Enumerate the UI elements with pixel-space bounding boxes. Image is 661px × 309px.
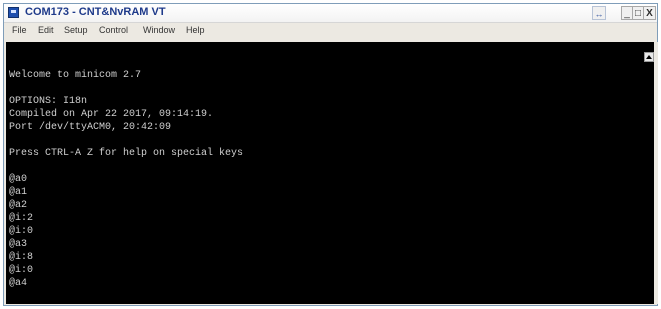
menu-edit[interactable]: Edit <box>38 25 54 35</box>
close-button[interactable]: X <box>643 6 656 20</box>
terminal-screen[interactable]: Welcome to minicom 2.7 OPTIONS: I18n Com… <box>6 42 654 304</box>
terminal-line: Port /dev/ttyACM0, 20:42:09 <box>9 122 172 133</box>
window-title: COM173 - CNT&NvRAM VT <box>25 6 166 18</box>
terminal-line: Press CTRL-A Z for help on special keys <box>9 148 244 159</box>
menu-file[interactable]: File <box>12 25 27 35</box>
terminal-line: @i:2 <box>9 213 34 224</box>
vertical-scrollbar[interactable] <box>644 42 658 304</box>
scroll-up-arrow-icon[interactable] <box>644 52 654 62</box>
menu-setup[interactable]: Setup <box>64 25 88 35</box>
terminal-line: Compiled on Apr 22 2017, 09:14:19. <box>9 109 214 120</box>
terminal-line: @i:0 <box>9 265 34 276</box>
terminal-line: OPTIONS: I18n <box>9 96 88 107</box>
terminal-line: @a3 <box>9 239 28 250</box>
terminal-line: @a1 <box>9 187 28 198</box>
terminal-app-icon[interactable] <box>8 7 19 18</box>
menu-help[interactable]: Help <box>186 25 205 35</box>
title-bar[interactable]: COM173 - CNT&NvRAM VT ↔ _ □ X <box>4 4 657 23</box>
terminal-line: @a0 <box>9 174 28 185</box>
terminal-line: @i:0 <box>9 226 34 237</box>
menu-control[interactable]: Control <box>99 25 128 35</box>
terminal-line: @i:8 <box>9 252 34 263</box>
restore-size-button[interactable]: ↔ <box>592 6 606 20</box>
terminal-line: Welcome to minicom 2.7 <box>9 70 142 81</box>
menu-bar: File Edit Setup Control Window Help <box>4 23 657 40</box>
terminal-line: @a2 <box>9 200 28 211</box>
menu-window[interactable]: Window <box>143 25 175 35</box>
terminal-line: @a4 <box>9 278 28 289</box>
terminal-window: COM173 - CNT&NvRAM VT ↔ _ □ X File Edit … <box>3 3 658 306</box>
